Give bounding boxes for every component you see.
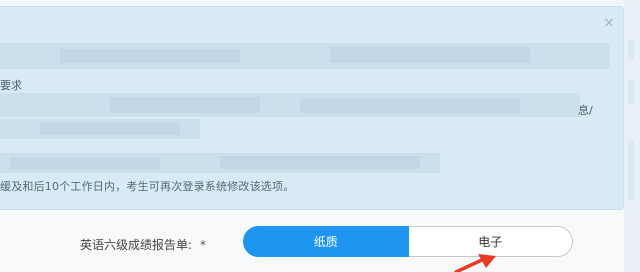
redacted-text — [110, 97, 260, 113]
redacted-text — [10, 157, 160, 169]
redacted-text — [330, 47, 530, 63]
page-edge-segment — [628, 80, 634, 104]
redacted-text — [300, 99, 520, 113]
notice-fragment: 息/ — [578, 104, 593, 117]
page-edge-segment — [628, 140, 634, 200]
redacted-text — [60, 49, 240, 63]
page: × 要求 息/ 缓及和后10个工作日内，考生可再次登录系统修改该选项。 英语六级… — [0, 0, 640, 272]
required-mark: * — [200, 238, 207, 252]
notice-panel: × 要求 息/ 缓及和后10个工作日内，考生可再次登录系统修改该选项。 — [0, 6, 624, 210]
paper-option-button[interactable]: 纸质 — [243, 226, 409, 257]
page-edge-segment — [628, 40, 634, 60]
notice-fragment: 要求 — [0, 79, 22, 92]
annotation-arrow-icon — [454, 254, 496, 272]
redacted-text — [40, 123, 180, 135]
report-type-toggle: 纸质 电子 — [243, 226, 573, 257]
report-type-label: 英语六级成绩报告单: * — [80, 236, 206, 253]
close-icon[interactable]: × — [601, 15, 617, 31]
page-edge — [624, 0, 640, 272]
notice-text: 缓及和后10个工作日内，考生可再次登录系统修改该选项。 — [0, 180, 295, 193]
redacted-text — [220, 156, 420, 169]
report-type-label-text: 英语六级成绩报告单: — [80, 238, 193, 252]
